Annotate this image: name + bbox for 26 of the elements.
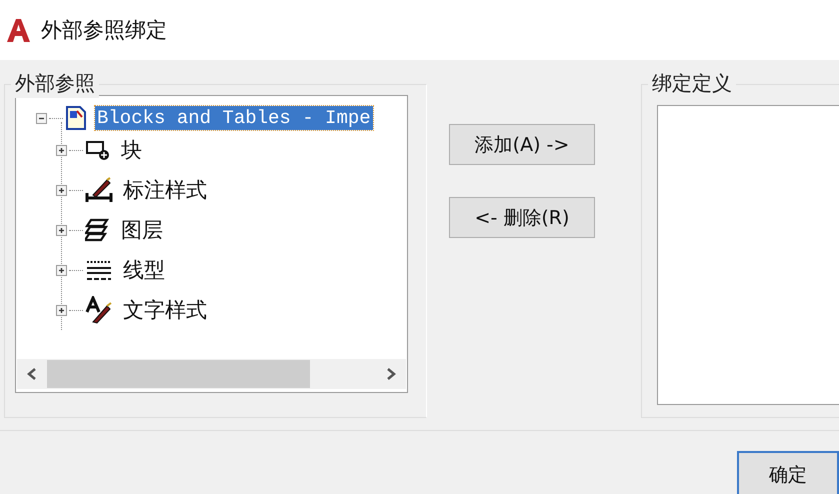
layer-icon	[85, 217, 111, 243]
expand-toggle-icon[interactable]	[56, 184, 67, 196]
horizontal-scrollbar[interactable]	[17, 359, 406, 389]
window-title: 外部参照绑定	[41, 17, 167, 44]
tree-item[interactable]: 块	[119, 135, 144, 165]
tree-item[interactable]: Blocks and Tables - Impe	[95, 106, 373, 130]
tree-view[interactable]: Blocks and Tables - Impe 块 标注样式 图层 线型 文字样式	[15, 95, 408, 393]
collapse-toggle-icon[interactable]	[36, 112, 47, 124]
dimstyle-icon	[85, 177, 113, 203]
app-logo-icon	[5, 17, 31, 43]
tree-item[interactable]: 标注样式	[121, 175, 209, 205]
tree-item[interactable]: 文字样式	[121, 295, 209, 325]
add-button[interactable]: 添加(A) ->	[449, 124, 595, 165]
expand-toggle-icon[interactable]	[56, 144, 67, 156]
linetype-icon	[85, 258, 113, 282]
expand-toggle-icon[interactable]	[56, 224, 67, 236]
tree-item[interactable]: 线型	[121, 255, 167, 285]
textstyle-icon	[85, 296, 113, 324]
drawing-file-icon	[65, 106, 87, 130]
tree-item[interactable]: 图层	[119, 215, 165, 245]
expand-toggle-icon[interactable]	[56, 304, 67, 316]
expand-toggle-icon[interactable]	[56, 264, 67, 276]
ok-button[interactable]: 确定	[737, 451, 839, 494]
block-icon	[85, 138, 111, 162]
scroll-thumb[interactable]	[47, 360, 310, 388]
remove-button[interactable]: <- 删除(R)	[449, 197, 595, 238]
